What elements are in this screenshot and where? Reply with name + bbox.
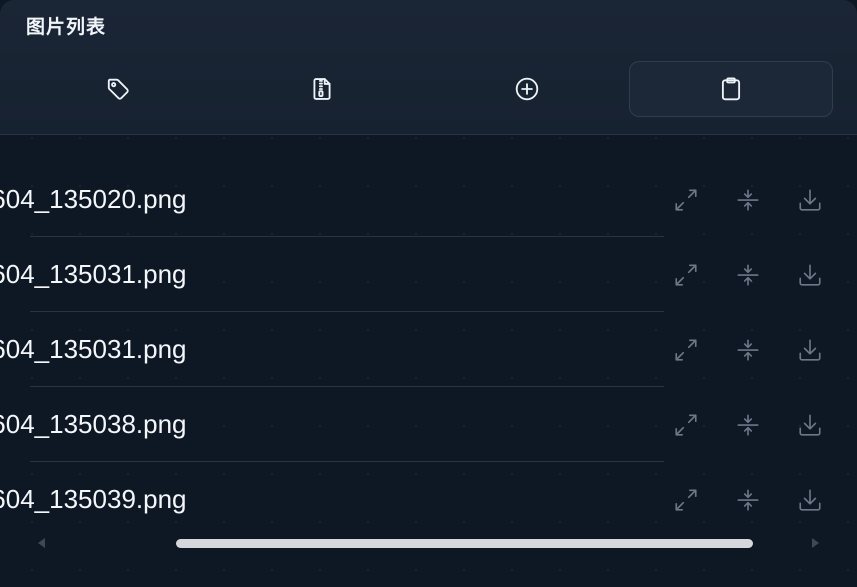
expand-button[interactable] xyxy=(672,261,700,289)
row-actions xyxy=(672,186,824,214)
expand-button[interactable] xyxy=(672,486,700,514)
zip-file-button[interactable] xyxy=(220,61,424,117)
file-name: 20240604_135038.png xyxy=(0,409,187,439)
compress-button[interactable] xyxy=(734,411,762,439)
download-icon xyxy=(799,264,821,286)
expand-icon xyxy=(675,189,697,211)
download-button[interactable] xyxy=(796,336,824,364)
download-button[interactable] xyxy=(796,186,824,214)
file-name: 20240604_135031.png xyxy=(0,259,187,289)
clipboard-icon xyxy=(721,77,740,101)
list-item[interactable]: 20240604_135031.png xyxy=(0,237,857,312)
expand-icon xyxy=(675,339,697,361)
file-list: 20240604_135020.png 20240604_135031.png xyxy=(0,162,857,537)
expand-icon xyxy=(675,264,697,286)
expand-button[interactable] xyxy=(672,336,700,364)
download-icon xyxy=(799,414,821,436)
compress-button[interactable] xyxy=(734,336,762,364)
scroll-left-arrow[interactable] xyxy=(38,538,45,548)
plus-circle-icon xyxy=(515,77,538,101)
tag-button[interactable] xyxy=(16,61,220,117)
expand-icon xyxy=(675,489,697,511)
compress-icon xyxy=(737,264,759,286)
compress-icon xyxy=(737,414,759,436)
expand-icon xyxy=(675,414,697,436)
file-name: 20240604_135020.png xyxy=(0,184,187,214)
row-actions xyxy=(672,411,824,439)
list-item[interactable]: 20240604_135038.png xyxy=(0,387,857,462)
toolbar xyxy=(16,61,833,117)
add-button[interactable] xyxy=(425,61,629,117)
list-item[interactable]: 20240604_135020.png xyxy=(0,162,857,237)
clipboard-button[interactable] xyxy=(628,61,833,117)
row-actions xyxy=(672,261,824,289)
panel-header: 图片列表 xyxy=(0,0,857,135)
download-button[interactable] xyxy=(796,261,824,289)
file-name: 20240604_135031.png xyxy=(0,334,187,364)
compress-button[interactable] xyxy=(734,261,762,289)
download-icon xyxy=(799,339,821,361)
download-button[interactable] xyxy=(796,411,824,439)
expand-button[interactable] xyxy=(672,186,700,214)
tag-icon xyxy=(107,78,129,100)
list-item[interactable]: 20240604_135031.png xyxy=(0,312,857,387)
row-actions xyxy=(672,486,824,514)
list-item[interactable]: 20240604_135039.png xyxy=(0,462,857,537)
row-actions xyxy=(672,336,824,364)
panel-title: 图片列表 xyxy=(26,16,107,38)
download-icon xyxy=(799,189,821,211)
horizontal-scrollbar[interactable] xyxy=(30,533,827,555)
download-icon xyxy=(799,489,821,511)
compress-icon xyxy=(737,189,759,211)
compress-button[interactable] xyxy=(734,186,762,214)
compress-icon xyxy=(737,489,759,511)
expand-button[interactable] xyxy=(672,411,700,439)
file-name: 20240604_135039.png xyxy=(0,484,187,514)
download-button[interactable] xyxy=(796,486,824,514)
scroll-thumb[interactable] xyxy=(176,539,753,548)
scroll-right-arrow[interactable] xyxy=(812,538,819,548)
zip-file-icon xyxy=(313,78,331,100)
compress-button[interactable] xyxy=(734,486,762,514)
compress-icon xyxy=(737,339,759,361)
